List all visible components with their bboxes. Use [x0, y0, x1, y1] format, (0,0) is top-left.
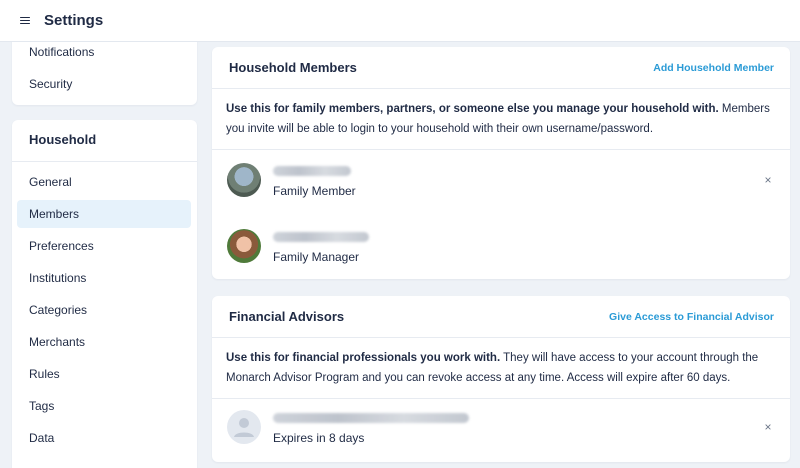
sidebar-item-data[interactable]: Data: [17, 424, 191, 452]
top-bar: Settings: [0, 0, 800, 42]
sidebar-item-tags[interactable]: Tags: [17, 392, 191, 420]
sidebar-item-merchants[interactable]: Merchants: [17, 328, 191, 356]
sidebar-item-notifications[interactable]: Notifications: [17, 38, 191, 66]
sidebar-item-label: Security: [29, 77, 73, 91]
sidebar-item-preferences[interactable]: Preferences: [17, 232, 191, 260]
sidebar-item-label: Data: [29, 431, 55, 445]
member-role: Family Member: [273, 184, 356, 198]
panel-title: Household Members: [229, 60, 357, 75]
description-emphasis: Use this for family members, partners, o…: [226, 103, 719, 115]
member-role: Family Manager: [273, 250, 360, 264]
sidebar-item-label: Members: [29, 207, 80, 221]
panel-description: Use this for financial professionals you…: [226, 348, 786, 398]
description-emphasis: Use this for financial professionals you…: [226, 352, 501, 364]
avatar: [227, 163, 261, 197]
sidebar-item-institutions[interactable]: Institutions: [17, 264, 191, 292]
sidebar-item-label: Merchants: [29, 335, 86, 349]
panel-header: Financial Advisors Give Access to Financ…: [212, 296, 790, 338]
remove-advisor-icon[interactable]: ×: [761, 420, 775, 434]
hamburger-menu-icon[interactable]: [20, 16, 30, 25]
redacted-name: [273, 413, 469, 423]
sidebar-household-section: Household General Members Preferences In…: [12, 120, 197, 468]
access-expiry: Expires in 8 days: [273, 431, 365, 445]
panel-header: Household Members Add Household Member: [212, 47, 790, 89]
sidebar-heading-household: Household: [29, 132, 97, 147]
avatar: [227, 229, 261, 263]
redacted-name: [273, 166, 351, 176]
sidebar-item-label: Preferences: [29, 239, 94, 253]
household-members-panel: Household Members Add Household Member U…: [212, 47, 790, 279]
member-row: Family Manager: [227, 229, 775, 269]
advisor-row: Expires in 8 days ×: [227, 410, 775, 450]
sidebar-item-general[interactable]: General: [17, 168, 191, 196]
remove-member-icon[interactable]: ×: [761, 173, 775, 187]
user-silhouette-icon: [227, 410, 261, 444]
sidebar-item-label: Institutions: [29, 271, 87, 285]
panel-title: Financial Advisors: [229, 309, 345, 324]
redacted-name: [273, 232, 369, 242]
add-household-member-button[interactable]: Add Household Member: [653, 62, 774, 74]
page-title: Settings: [44, 12, 104, 29]
sidebar-item-categories[interactable]: Categories: [17, 296, 191, 324]
divider: [212, 149, 790, 150]
financial-advisors-panel: Financial Advisors Give Access to Financ…: [212, 296, 790, 462]
sidebar-item-label: Categories: [29, 303, 88, 317]
divider: [212, 398, 790, 399]
panel-description: Use this for family members, partners, o…: [226, 99, 786, 149]
sidebar-item-label: Rules: [29, 367, 60, 381]
sidebar-item-rules[interactable]: Rules: [17, 360, 191, 388]
sidebar-item-label: Tags: [29, 399, 55, 413]
sidebar-item-members[interactable]: Members: [17, 200, 191, 228]
sidebar-item-label: General: [29, 175, 72, 189]
divider: [12, 161, 197, 162]
sidebar-item-security[interactable]: Security: [17, 70, 191, 98]
sidebar-item-label: Notifications: [29, 45, 95, 59]
give-advisor-access-button[interactable]: Give Access to Financial Advisor: [609, 311, 774, 323]
member-row: Family Member ×: [227, 163, 775, 203]
